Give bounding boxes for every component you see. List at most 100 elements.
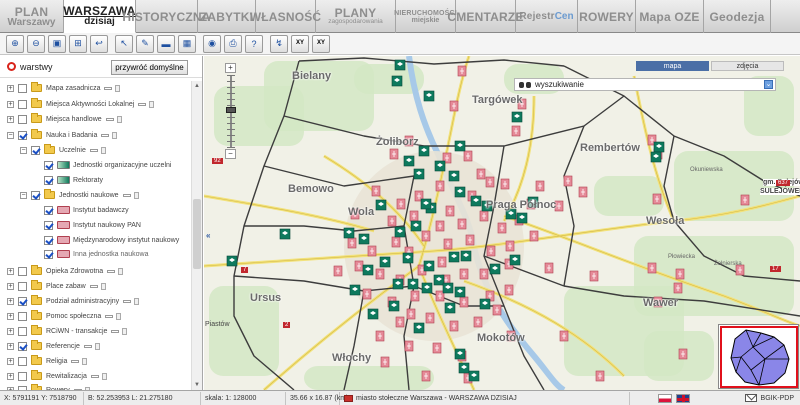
english-flag-icon[interactable]	[676, 393, 690, 403]
layer-checkbox[interactable]	[44, 220, 53, 230]
reset-defaults-button[interactable]: przywróć domyślne	[111, 60, 188, 75]
layer-row[interactable]: Jednostki organizacyjne uczelni	[33, 158, 171, 172]
layer-row[interactable]: + Referencje	[7, 339, 100, 353]
nav-tab-0[interactable]: PLAN Warszawy	[0, 0, 64, 33]
zoom-back-icon[interactable]: ↩	[90, 34, 108, 53]
layer-row[interactable]: Instytut naukowy PAN	[33, 218, 141, 232]
overview-map[interactable]	[718, 324, 799, 389]
layer-checkbox[interactable]	[18, 326, 27, 336]
layer-row[interactable]: + Rewitalizacja	[7, 369, 107, 383]
layers-scrollbar[interactable]: ▲ ▼	[191, 81, 202, 390]
expand-icon[interactable]: +	[7, 115, 14, 123]
layer-info-icon[interactable]	[112, 131, 118, 139]
nav-tab-11[interactable]: Geodezja	[704, 0, 771, 33]
nav-tab-10[interactable]: Mapa OZE	[636, 0, 704, 33]
opacity-slider-icon[interactable]	[123, 299, 132, 303]
layer-row[interactable]: Rektoraty	[33, 173, 103, 187]
layer-info-icon[interactable]	[133, 191, 139, 199]
layer-checkbox[interactable]	[44, 205, 53, 215]
opacity-slider-icon[interactable]	[90, 374, 99, 378]
nav-tab-2[interactable]: HISTORYCZNA	[122, 0, 210, 33]
zoom-in-button[interactable]: +	[225, 63, 236, 73]
collapse-icon[interactable]: −	[7, 131, 14, 139]
zoom-out-button[interactable]: −	[225, 149, 236, 159]
layer-checkbox[interactable]	[18, 356, 27, 366]
layer-row[interactable]: − Nauka i Badania	[7, 128, 118, 142]
pointer-icon[interactable]: ↖	[115, 34, 133, 53]
layer-info-icon[interactable]	[134, 297, 140, 305]
layer-checkbox[interactable]	[44, 235, 53, 245]
photo-view-button[interactable]: zdjęcia	[711, 61, 784, 71]
layer-checkbox[interactable]	[18, 371, 27, 381]
layer-row[interactable]: + Mapa zasadnicza	[7, 81, 121, 95]
search-bar[interactable]: wyszukiwanie ⌄	[514, 78, 776, 91]
expand-icon[interactable]: +	[7, 372, 14, 380]
nav-tab-5[interactable]: PLANY zagospodarowania	[316, 0, 396, 33]
opacity-slider-icon[interactable]	[104, 86, 113, 90]
layer-info-icon[interactable]	[100, 146, 106, 154]
expand-icon[interactable]: +	[7, 100, 14, 108]
layer-row[interactable]: Inna jednostka naukowa	[33, 247, 149, 261]
layer-checkbox[interactable]	[18, 341, 27, 351]
layer-checkbox[interactable]	[18, 99, 27, 109]
nav-tab-7[interactable]: CMENTARZE	[447, 0, 523, 33]
collapse-icon[interactable]: −	[20, 191, 27, 199]
layer-checkbox[interactable]	[31, 190, 40, 200]
scroll-up-icon[interactable]: ▲	[193, 82, 201, 90]
layer-info-icon[interactable]	[101, 372, 107, 380]
collapse-icon[interactable]: −	[20, 146, 27, 154]
zoom-slider-thumb[interactable]	[226, 107, 236, 113]
layer-row[interactable]: + RCiWN - transakcje	[7, 324, 128, 338]
layer-checkbox[interactable]	[18, 83, 27, 93]
layer-checkbox[interactable]	[18, 281, 27, 291]
scroll-down-icon[interactable]: ▼	[193, 381, 201, 389]
nav-tab-4[interactable]: WŁASNOŚĆ	[250, 0, 321, 33]
nav-tab-3[interactable]: ZABYTKI	[198, 0, 256, 33]
print-icon[interactable]: ⎙	[224, 34, 242, 53]
scroll-thumb[interactable]	[193, 199, 201, 269]
expand-icon[interactable]: +	[7, 267, 14, 275]
opacity-slider-icon[interactable]	[138, 102, 147, 106]
layer-checkbox[interactable]	[18, 311, 27, 321]
layer-row[interactable]: − Jednostki naukowe	[20, 188, 139, 202]
opacity-slider-icon[interactable]	[101, 133, 110, 137]
layer-row[interactable]: + Religia	[7, 354, 88, 368]
opacity-slider-icon[interactable]	[89, 148, 98, 152]
layer-row[interactable]: + Rowery	[7, 383, 90, 390]
layer-row[interactable]: − Uczelnie	[20, 143, 106, 157]
polish-flag-icon[interactable]	[658, 393, 672, 403]
expand-icon[interactable]: +	[7, 357, 14, 365]
map-view-button[interactable]: mapa	[636, 61, 709, 71]
table-icon[interactable]: ▦	[178, 34, 196, 53]
layer-checkbox[interactable]	[18, 114, 27, 124]
opacity-slider-icon[interactable]	[83, 344, 92, 348]
info-icon[interactable]: ✎	[136, 34, 154, 53]
layer-checkbox[interactable]	[44, 175, 53, 185]
opacity-slider-icon[interactable]	[71, 359, 80, 363]
map-canvas[interactable]	[204, 56, 800, 390]
layer-checkbox[interactable]	[18, 266, 27, 276]
layer-checkbox[interactable]	[44, 160, 53, 170]
expand-icon[interactable]: +	[7, 297, 14, 305]
expand-icon[interactable]: +	[7, 312, 14, 320]
globe-icon[interactable]: ◉	[203, 34, 221, 53]
layer-row[interactable]: Instytut badawczy	[33, 203, 129, 217]
zoom-rect-icon[interactable]: ▣	[48, 34, 66, 53]
route-icon[interactable]: ↯	[270, 34, 288, 53]
layer-checkbox[interactable]	[18, 130, 27, 140]
expand-icon[interactable]: +	[7, 327, 14, 335]
expand-icon[interactable]: +	[7, 84, 14, 92]
nav-tab-9[interactable]: ROWERY	[578, 0, 636, 33]
layer-row[interactable]: + Opieka Zdrowotna	[7, 264, 124, 278]
layer-info-icon[interactable]	[100, 282, 106, 290]
expand-icon[interactable]: +	[7, 342, 14, 350]
layer-row[interactable]: + Place zabaw	[7, 279, 106, 293]
layer-row[interactable]: + Miejsca handlowe	[7, 112, 122, 126]
zoom-in-icon[interactable]: ⊕	[6, 34, 24, 53]
xy-locate-icon[interactable]: XY	[291, 34, 309, 53]
mail-icon[interactable]	[744, 394, 757, 402]
layer-info-icon[interactable]	[82, 357, 88, 365]
zoom-out-icon[interactable]: ⊖	[27, 34, 45, 53]
layer-info-icon[interactable]	[94, 342, 100, 350]
xy-input-icon[interactable]: XY	[312, 34, 330, 53]
